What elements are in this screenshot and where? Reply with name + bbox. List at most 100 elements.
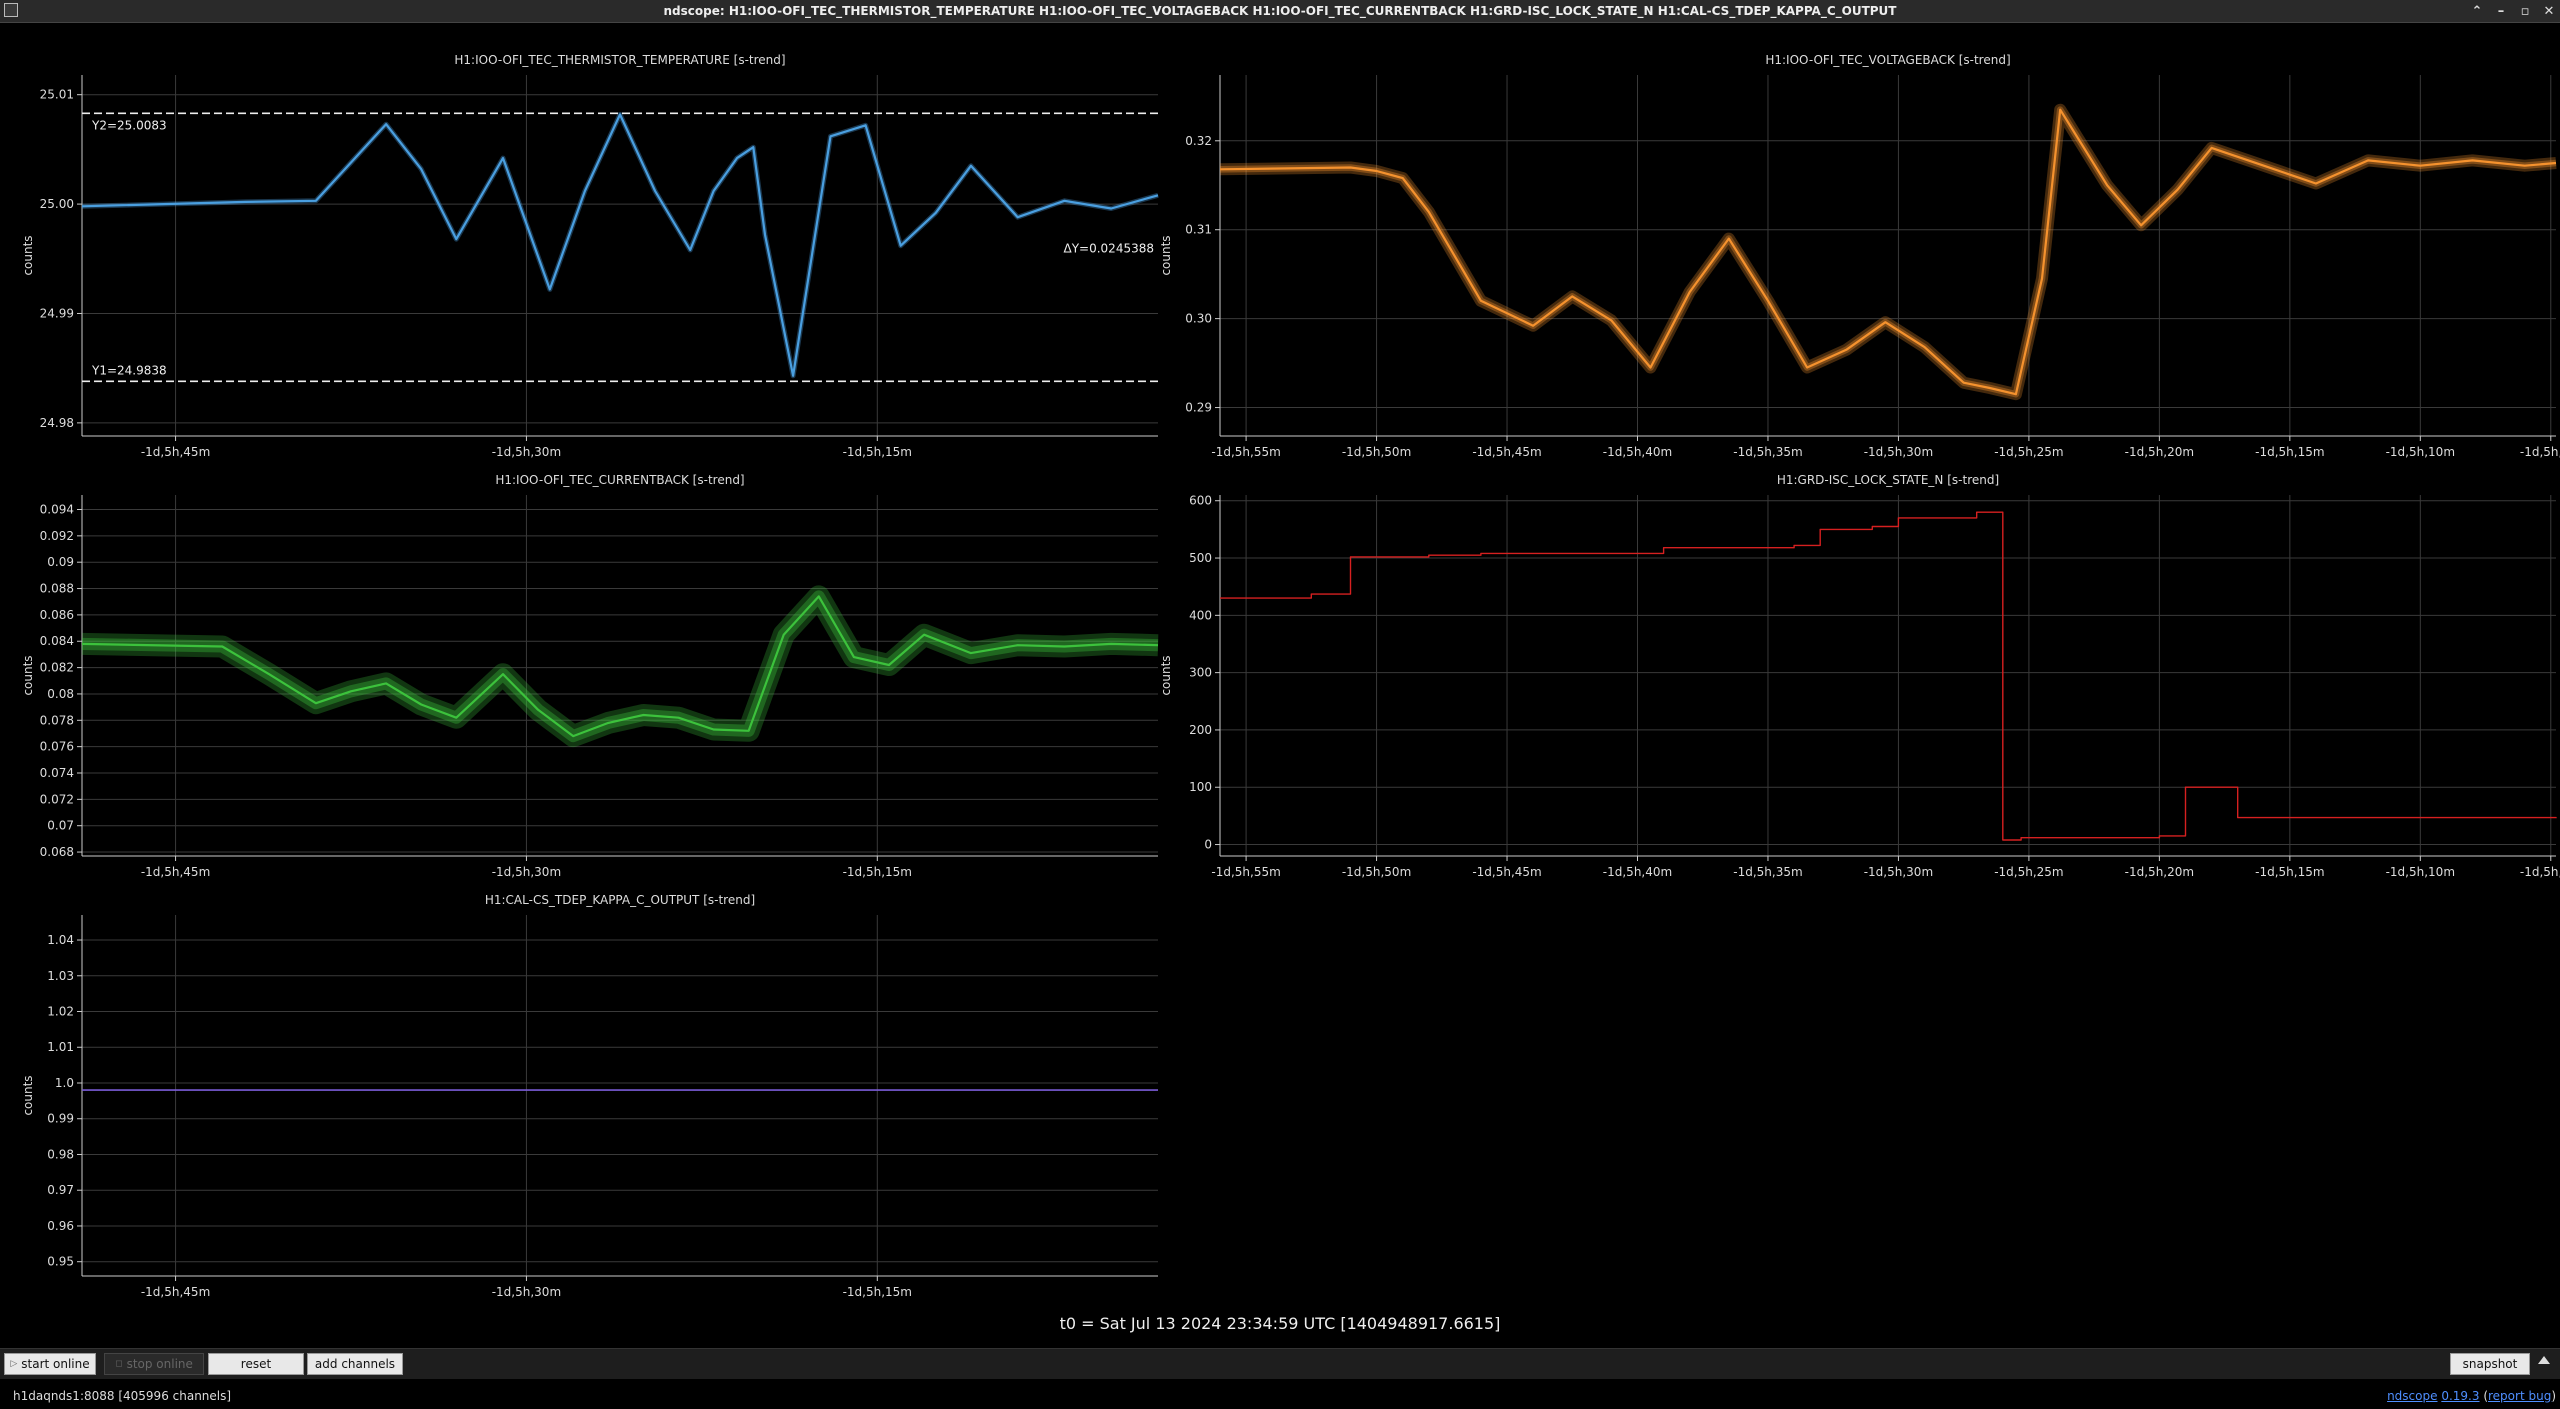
- y-tick-label: 25.00: [40, 197, 74, 211]
- y-tick-label: 25.01: [40, 88, 74, 102]
- plot-kappa-c[interactable]: H1:CAL-CS_TDEP_KAPPA_C_OUTPUT [s-trend] 1…: [0, 890, 1168, 1300]
- x-tick-label: -1d,5h,5m: [2520, 445, 2560, 459]
- start-online-label: start online: [21, 1357, 90, 1371]
- series-envelope-inner: [1219, 106, 2557, 398]
- series-envelope: [1219, 103, 2557, 401]
- y-tick-label: 0.32: [1185, 134, 1212, 148]
- x-tick-label: -1d,5h,45m: [1472, 865, 1541, 879]
- x-tick-label: -1d,5h,20m: [2125, 445, 2194, 459]
- y-tick-label: 0.078: [40, 713, 74, 727]
- y-tick-label: 0.95: [47, 1255, 74, 1269]
- plot-title: H1:IOO-OFI_TEC_THERMISTOR_TEMPERATURE [s…: [454, 53, 785, 67]
- x-tick-label: -1d,5h,15m: [2255, 445, 2324, 459]
- x-tick-label: -1d,5h,10m: [2386, 445, 2455, 459]
- plot-title: H1:IOO-OFI_TEC_VOLTAGEBACK [s-trend]: [1765, 53, 2010, 67]
- close-icon[interactable]: ✕: [2542, 4, 2556, 19]
- expand-arrow-icon[interactable]: [2538, 1356, 2550, 1364]
- ndscope-link[interactable]: ndscope: [2387, 1389, 2437, 1403]
- plot-lock-state[interactable]: H1:GRD-ISC_LOCK_STATE_N [s-trend] 600 500 4…: [1159, 470, 2560, 880]
- x-tick-label: -1d,5h,15m: [2255, 865, 2324, 879]
- x-tick-label: -1d,5h,45m: [141, 445, 210, 459]
- window-shade-icon[interactable]: ⌃: [2470, 4, 2484, 19]
- bottom-toolbar: ▷ start online ◻ stop online reset add c…: [0, 1348, 2560, 1379]
- series-line: [1219, 108, 2557, 396]
- y-tick-label: 24.99: [40, 306, 74, 320]
- y-tick-label: 300: [1189, 666, 1212, 680]
- y-tick-label: 1.03: [47, 969, 74, 983]
- stop-icon: ◻: [115, 1359, 123, 1369]
- x-tick-label: -1d,5h,30m: [492, 865, 561, 879]
- x-tick-label: -1d,5h,30m: [1864, 865, 1933, 879]
- y-tick-label: 1.02: [47, 1005, 74, 1019]
- y-tick-label: 0.07: [47, 819, 74, 833]
- series-line: [1220, 511, 2557, 841]
- y-tick-label: 0.074: [40, 766, 74, 780]
- cursor-y2-label: Y2=25.0083: [91, 118, 167, 132]
- x-tick-label: -1d,5h,45m: [1472, 445, 1541, 459]
- t0-label: t0 = Sat Jul 13 2024 23:34:59 UTC [14049…: [1059, 1314, 1501, 1333]
- plot-title: H1:CAL-CS_TDEP_KAPPA_C_OUTPUT [s-trend]: [485, 893, 755, 907]
- x-tick-label: -1d,5h,25m: [1994, 445, 2063, 459]
- x-tick-label: -1d,5h,55m: [1211, 445, 1280, 459]
- x-tick-label: -1d,5h,20m: [2125, 865, 2194, 879]
- reset-button[interactable]: reset: [208, 1353, 304, 1375]
- y-tick-label: 24.98: [40, 416, 74, 430]
- plot-title: H1:GRD-ISC_LOCK_STATE_N [s-trend]: [1777, 473, 1999, 487]
- series-line: [81, 113, 1159, 377]
- play-icon: ▷: [10, 1359, 18, 1369]
- y-tick-label: 0.082: [40, 661, 74, 675]
- plot-voltageback[interactable]: H1:IOO-OFI_TEC_VOLTAGEBACK [s-trend] 0.32…: [1159, 50, 2560, 460]
- x-tick-label: -1d,5h,45m: [141, 865, 210, 879]
- start-online-button[interactable]: ▷ start online: [4, 1353, 96, 1375]
- y-tick-label: 0.09: [47, 555, 74, 569]
- x-tick-label: -1d,5h,30m: [1864, 445, 1933, 459]
- window-titlebar: ndscope: H1:IOO-OFI_TEC_THERMISTOR_TEMPE…: [0, 0, 2560, 23]
- y-axis-label: counts: [21, 1075, 35, 1115]
- x-tick-label: -1d,5h,50m: [1342, 865, 1411, 879]
- window-controls: ⌃ – ▫ ✕: [2470, 0, 2556, 22]
- y-tick-label: 0.092: [40, 529, 74, 543]
- y-tick-label: 0.068: [40, 845, 74, 859]
- x-tick-label: -1d,5h,15m: [843, 1285, 912, 1299]
- y-tick-label: 600: [1189, 494, 1212, 508]
- y-axis-label: counts: [21, 235, 35, 275]
- y-tick-label: 0.076: [40, 740, 74, 754]
- x-tick-label: -1d,5h,15m: [843, 445, 912, 459]
- y-tick-label: 400: [1189, 608, 1212, 622]
- stop-online-button[interactable]: ◻ stop online: [104, 1353, 204, 1375]
- snapshot-button[interactable]: snapshot: [2450, 1353, 2530, 1375]
- x-tick-label: -1d,5h,45m: [141, 1285, 210, 1299]
- maximize-icon[interactable]: ▫: [2518, 4, 2532, 19]
- y-tick-label: 100: [1189, 780, 1212, 794]
- x-tick-label: -1d,5h,30m: [492, 1285, 561, 1299]
- y-tick-label: 0.088: [40, 582, 74, 596]
- plot-thermistor[interactable]: H1:IOO-OFI_TEC_THERMISTOR_TEMPERATURE [s…: [0, 50, 1168, 459]
- y-tick-label: 0.094: [40, 502, 74, 516]
- x-tick-label: -1d,5h,55m: [1211, 865, 1280, 879]
- minimize-icon[interactable]: –: [2494, 4, 2508, 19]
- y-tick-label: 1.0: [55, 1076, 74, 1090]
- cursor-dy-label: ΔY=0.0245388: [1064, 241, 1155, 255]
- y-tick-label: 0.99: [47, 1112, 74, 1126]
- app-icon[interactable]: [4, 3, 18, 17]
- y-axis-label: counts: [1159, 655, 1173, 695]
- y-tick-label: 0.084: [40, 634, 74, 648]
- x-tick-label: -1d,5h,35m: [1733, 865, 1802, 879]
- add-channels-button[interactable]: add channels: [307, 1353, 403, 1375]
- y-tick-label: 200: [1189, 723, 1212, 737]
- y-tick-label: 0.97: [47, 1183, 74, 1197]
- y-tick-label: 0.98: [47, 1147, 74, 1161]
- x-tick-label: -1d,5h,50m: [1342, 445, 1411, 459]
- y-tick-label: 500: [1189, 551, 1212, 565]
- y-tick-label: 1.01: [47, 1040, 74, 1054]
- x-tick-label: -1d,5h,30m: [492, 445, 561, 459]
- version-info: ndscope 0.19.3 (report bug): [2387, 1389, 2556, 1403]
- version-link[interactable]: 0.19.3: [2441, 1389, 2479, 1403]
- plot-currentback[interactable]: H1:IOO-OFI_TEC_CURRENTBACK [s-trend] 0.09…: [0, 470, 1168, 880]
- report-bug-link[interactable]: report bug: [2488, 1389, 2551, 1403]
- y-tick-label: 0.29: [1185, 401, 1212, 415]
- y-axis-label: counts: [21, 655, 35, 695]
- plot-title: H1:IOO-OFI_TEC_CURRENTBACK [s-trend]: [495, 473, 744, 487]
- x-tick-label: -1d,5h,5m: [2520, 865, 2560, 879]
- x-tick-label: -1d,5h,15m: [843, 865, 912, 879]
